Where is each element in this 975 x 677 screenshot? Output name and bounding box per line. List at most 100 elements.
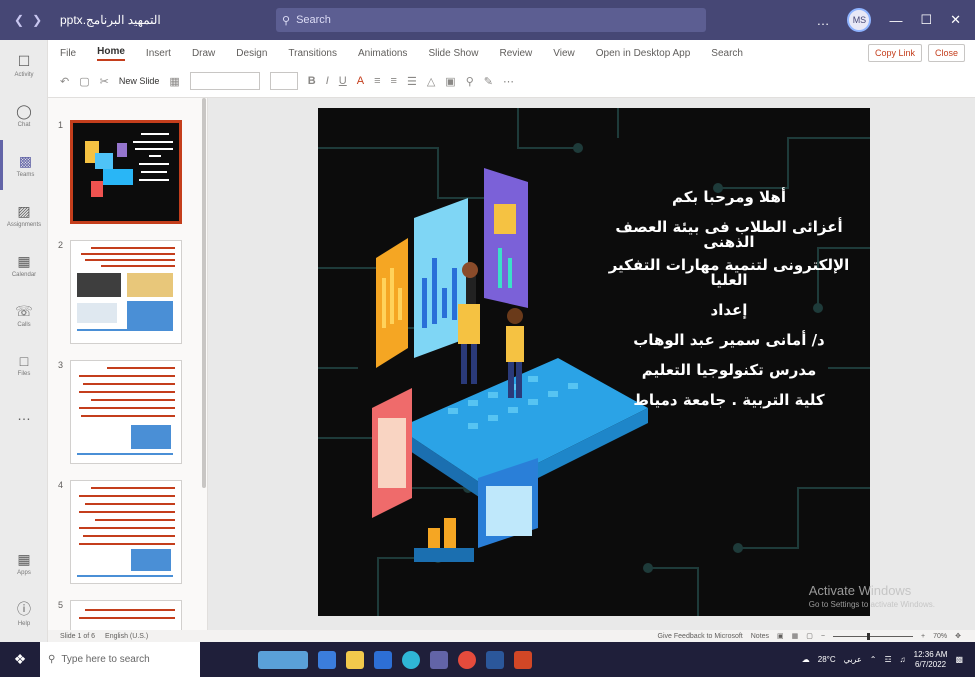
sorter-view-icon[interactable]: ▦ <box>792 632 799 640</box>
layout-icon[interactable]: ▦ <box>169 75 179 88</box>
align-icon[interactable]: ☰ <box>407 75 417 88</box>
thumbnail-number: 2 <box>58 240 64 250</box>
language-indicator[interactable]: English (U.S.) <box>105 633 148 640</box>
rail-apps[interactable]: ▦ Apps <box>0 538 48 588</box>
windows-start-icon[interactable]: ❖ <box>0 651 40 668</box>
more-tools-icon[interactable]: ⋯ <box>503 75 514 88</box>
thumbnail-scrollbar[interactable] <box>202 98 206 488</box>
input-language[interactable]: عربي <box>844 655 862 664</box>
teams-app-icon[interactable] <box>430 650 448 669</box>
edge-icon[interactable] <box>402 650 420 669</box>
thumbnail-image <box>70 120 182 224</box>
rail-chat[interactable]: ◯ Chat <box>0 90 48 140</box>
volume-icon[interactable]: ♫ <box>900 655 906 664</box>
close-button[interactable]: Close <box>927 44 965 62</box>
notifications-icon[interactable]: ▩ <box>955 655 963 664</box>
current-slide[interactable]: أهلا ومرحبا بكم أعزائى الطلاب فى بيئة ال… <box>318 108 870 616</box>
tab-view[interactable]: View <box>553 48 575 59</box>
rail-calendar[interactable]: ▦ Calendar <box>0 240 48 290</box>
new-slide-button[interactable]: New Slide <box>119 76 160 86</box>
font-color-icon[interactable]: A <box>357 75 364 87</box>
tab-design[interactable]: Design <box>236 48 267 59</box>
tab-animations[interactable]: Animations <box>358 48 407 59</box>
tray-chevron-icon[interactable]: ⌃ <box>870 655 877 664</box>
slide-greeting: أهلا ومرحبا بكم <box>671 188 786 206</box>
store-icon[interactable] <box>374 650 392 669</box>
reading-view-icon[interactable]: ▢ <box>806 632 813 640</box>
rail-assignments[interactable]: ▨ Assignments <box>0 190 48 240</box>
undo-icon[interactable]: ↶ <box>60 75 69 88</box>
network-icon[interactable]: ☲ <box>884 655 891 664</box>
cut-icon[interactable]: ✂ <box>100 75 109 88</box>
clock[interactable]: 12:36 AM 6/7/2022 <box>914 650 948 669</box>
rail-teams[interactable]: ▩ Teams <box>0 140 48 190</box>
thumbnail-number: 4 <box>58 480 64 490</box>
notes-button[interactable]: Notes <box>751 633 769 640</box>
rail-calls[interactable]: ☏ Calls <box>0 290 48 340</box>
slide-topic: الإلكترونى لتنمية مهارات التفكير العليا <box>608 256 850 289</box>
tab-draw[interactable]: Draw <box>192 48 215 59</box>
widgets-icon[interactable] <box>258 650 308 669</box>
minimize-icon[interactable]: — <box>889 13 902 28</box>
normal-view-icon[interactable]: ▣ <box>777 632 784 640</box>
rail-activity[interactable]: ☐ Activity <box>0 40 48 90</box>
ribbon: File Home Insert Draw Design Transitions… <box>48 40 975 98</box>
rail-more[interactable]: … <box>0 390 48 440</box>
file-explorer-icon[interactable] <box>346 650 364 669</box>
assignments-icon: ▨ <box>17 202 31 219</box>
ribbon-search[interactable]: Search <box>711 48 743 59</box>
forward-arrow-icon[interactable]: ❯ <box>32 13 42 27</box>
thumbnail-image <box>70 360 182 464</box>
zoom-knob[interactable] <box>867 632 871 640</box>
close-icon[interactable]: ✕ <box>950 12 961 28</box>
maximize-icon[interactable]: ☐ <box>920 12 932 28</box>
more-icon: … <box>17 407 31 423</box>
weather-temp[interactable]: 28°C <box>818 655 836 664</box>
tab-review[interactable]: Review <box>499 48 532 59</box>
designer-icon[interactable]: ✎ <box>484 75 493 88</box>
watermark-subtitle: Go to Settings to activate Windows. <box>808 599 935 609</box>
rail-files[interactable]: □ Files <box>0 340 48 390</box>
chrome-icon[interactable] <box>458 650 476 669</box>
search-box[interactable]: ⚲ Search <box>276 8 706 32</box>
zoom-out-icon[interactable]: − <box>821 633 825 640</box>
open-desktop-app[interactable]: Open in Desktop App <box>596 48 691 59</box>
word-icon[interactable] <box>486 650 504 669</box>
zoom-in-icon[interactable]: + <box>921 633 925 640</box>
copy-link-button[interactable]: Copy Link <box>867 44 922 62</box>
fill-icon[interactable]: ▣ <box>445 75 455 88</box>
bold-icon[interactable]: B <box>308 75 316 87</box>
back-arrow-icon[interactable]: ❮ <box>14 13 24 27</box>
clock-time: 12:36 AM <box>913 649 948 659</box>
bullets-icon[interactable]: ≡ <box>374 75 380 87</box>
shapes-icon[interactable]: △ <box>427 75 435 88</box>
feedback-link[interactable]: Give Feedback to Microsoft <box>658 633 743 640</box>
chat-icon: ◯ <box>16 102 32 119</box>
font-size-input[interactable] <box>269 72 298 90</box>
search-icon: ⚲ <box>48 654 56 665</box>
slide-author: د/ أمانى سمير عبد الوهاب <box>633 331 825 349</box>
avatar[interactable]: MS <box>847 8 872 32</box>
taskbar-search[interactable]: ⚲ Type here to search <box>40 642 200 677</box>
fit-slide-icon[interactable]: ✥ <box>955 632 961 640</box>
status-right: Give Feedback to Microsoft Notes ▣ ▦ ▢ −… <box>658 632 961 640</box>
powerpoint-icon[interactable] <box>514 650 532 669</box>
zoom-level[interactable]: 70% <box>933 633 947 640</box>
numbering-icon[interactable]: ≡ <box>391 75 397 87</box>
task-view-icon[interactable] <box>318 650 336 669</box>
tab-home[interactable]: Home <box>97 46 125 61</box>
more-options-icon[interactable]: … <box>816 13 829 28</box>
tab-transitions[interactable]: Transitions <box>288 48 337 59</box>
zoom-slider[interactable] <box>833 632 914 640</box>
italic-icon[interactable]: I <box>326 75 329 87</box>
paste-icon[interactable]: ▢ <box>79 75 89 88</box>
tab-insert[interactable]: Insert <box>146 48 171 59</box>
ribbon-actions: Copy Link Close <box>867 44 965 62</box>
rail-help[interactable]: ⓘ Help <box>0 588 48 638</box>
find-icon[interactable]: ⚲ <box>466 75 474 88</box>
underline-icon[interactable]: U <box>339 75 347 87</box>
tab-slide-show[interactable]: Slide Show <box>428 48 478 59</box>
tab-file[interactable]: File <box>60 48 76 59</box>
weather-icon[interactable]: ☁ <box>802 655 810 664</box>
font-name-input[interactable] <box>189 72 260 90</box>
